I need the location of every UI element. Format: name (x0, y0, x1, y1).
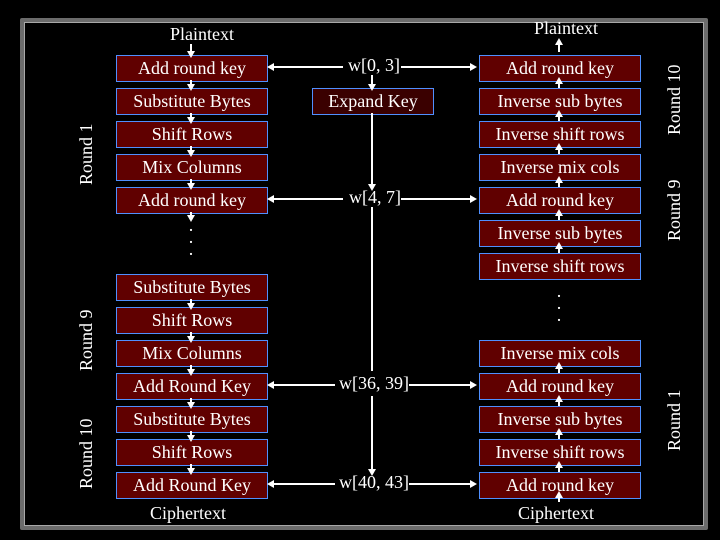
arrow-down-icon (190, 179, 192, 184)
left-mix-columns-1: Mix Columns (116, 154, 268, 181)
arrow-down-icon (190, 44, 192, 52)
arrow-up-icon (558, 44, 560, 52)
left-shift-rows-9: Shift Rows (116, 307, 268, 334)
arrow-right-icon (401, 198, 471, 200)
left-sub-bytes-10: Substitute Bytes (116, 406, 268, 433)
arrow-up-icon (558, 215, 560, 220)
label-round1-right: Round 1 (664, 370, 685, 470)
arrow-up-icon (558, 182, 560, 187)
ciphertext-right: Ciphertext (518, 503, 594, 524)
label-round10-right: Round 10 (664, 50, 685, 150)
arrow-up-icon (558, 83, 560, 88)
left-sub-bytes-1: Substitute Bytes (116, 88, 268, 115)
ellipsis-right: ... (551, 282, 567, 324)
arrow-down-icon (371, 113, 373, 185)
plaintext-left: Plaintext (170, 24, 234, 45)
label-round9-right: Round 9 (664, 160, 685, 260)
arrow-down-icon (190, 113, 192, 118)
arrow-down-icon (190, 431, 192, 436)
label-round1-left: Round 1 (76, 104, 97, 204)
arrow-right-icon (409, 384, 471, 386)
arrow-down-icon (190, 80, 192, 85)
arrow-up-icon (558, 116, 560, 121)
left-add-round-key-1: Add round key (116, 187, 268, 214)
arrow-down-icon (371, 75, 373, 85)
arrow-left-icon (273, 198, 343, 200)
left-sub-bytes-9: Substitute Bytes (116, 274, 268, 301)
left-add-round-key-9: Add Round Key (116, 373, 268, 400)
left-add-round-key-10: Add Round Key (116, 472, 268, 499)
plaintext-right: Plaintext (534, 18, 598, 39)
arrow-down-icon (190, 299, 192, 304)
arrow-down-icon (190, 398, 192, 403)
arrow-up-icon (558, 368, 560, 373)
left-shift-rows-10: Shift Rows (116, 439, 268, 466)
label-round9-left: Round 9 (76, 290, 97, 390)
arrow-down-icon (190, 146, 192, 151)
expand-key: Expand Key (312, 88, 434, 115)
arrow-up-icon (558, 467, 560, 472)
arrow-right-icon (401, 66, 471, 68)
arrow-down-icon (371, 396, 373, 470)
arrow-down-icon (190, 464, 192, 469)
arrow-up-icon (558, 434, 560, 439)
arrow-down-icon (190, 365, 192, 370)
label-round10-left: Round 10 (76, 404, 97, 504)
ciphertext-left: Ciphertext (150, 503, 226, 524)
left-add-round-key-0: Add round key (116, 55, 268, 82)
arrow-down-icon (190, 332, 192, 337)
arrow-down-icon (190, 212, 192, 216)
arrow-left-icon (273, 66, 343, 68)
w36-39: w[36, 39] (339, 373, 409, 394)
arrow-left-icon (273, 384, 335, 386)
ellipsis-left: ... (183, 216, 199, 258)
left-shift-rows-1: Shift Rows (116, 121, 268, 148)
arrow-right-icon (409, 483, 471, 485)
w0-3: w[0, 3] (348, 55, 400, 76)
left-mix-columns-9: Mix Columns (116, 340, 268, 367)
arrow-up-icon (558, 497, 560, 502)
arrow-left-icon (273, 483, 335, 485)
arrow-up-icon (558, 401, 560, 406)
arrow-up-icon (558, 149, 560, 154)
arrow-up-icon (558, 248, 560, 253)
arrow-line-icon (371, 207, 373, 371)
right-inv-shift-rows-9: Inverse shift rows (479, 253, 641, 280)
